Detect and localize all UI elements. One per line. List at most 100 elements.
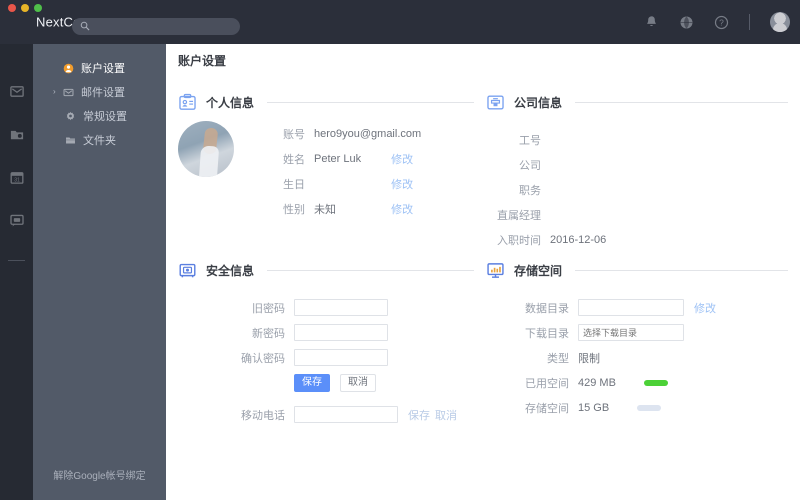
field-label: 直属经理 — [497, 209, 541, 222]
mail-settings-icon — [63, 88, 74, 96]
download-directory-input[interactable] — [578, 324, 684, 341]
field-type: 类型 限制 — [514, 345, 788, 370]
field-label: 下载目录 — [525, 327, 569, 340]
field-value: 未知 — [314, 203, 336, 216]
chat-icon[interactable] — [9, 213, 25, 228]
save-password-button[interactable]: 保存 — [294, 373, 330, 392]
company-info-section: 公司信息 工号 公司 职务 直属经理 入职时间 2016-12-06 — [486, 91, 788, 252]
field-mobile-phone: 移动电话 保存 取消 — [230, 402, 474, 427]
edit-birthday-link[interactable]: 修改 — [391, 176, 421, 192]
field-value: 限制 — [578, 352, 600, 365]
field-data-directory: 数据目录 修改 — [514, 295, 788, 320]
field-gender: 性别 未知 修改 — [250, 196, 421, 221]
search-icon — [80, 21, 90, 31]
sidebar-item-account-settings[interactable]: 账户设置 — [33, 56, 166, 80]
section-header: 安全信息 — [178, 259, 474, 281]
globe-icon[interactable] — [679, 15, 694, 30]
calendar-icon[interactable]: 31 — [9, 170, 25, 185]
field-company: 公司 — [486, 152, 788, 177]
field-label: 存储空间 — [525, 402, 569, 415]
window-controls[interactable] — [8, 4, 42, 12]
field-name: 姓名 Peter Luk 修改 — [250, 146, 421, 171]
new-password-input[interactable] — [294, 324, 388, 341]
old-password-input[interactable] — [294, 299, 388, 316]
section-title: 存储空间 — [514, 263, 563, 278]
bell-icon[interactable] — [644, 15, 659, 30]
password-actions: 保存 取消 — [230, 370, 474, 395]
zoom-button[interactable] — [34, 4, 42, 12]
field-value: 2016-12-06 — [550, 233, 607, 246]
user-settings-icon — [63, 63, 74, 73]
field-value: 15 GB — [578, 401, 610, 414]
field-total-space: 存储空间 15 GB — [514, 395, 788, 420]
page-title: 账户设置 — [166, 44, 800, 77]
help-icon[interactable]: ? — [714, 15, 729, 30]
avatar[interactable] — [770, 12, 790, 32]
header-actions: ? — [644, 0, 790, 44]
mail-icon[interactable] — [9, 84, 25, 99]
edit-name-link[interactable]: 修改 — [391, 151, 421, 167]
section-header: 个人信息 — [178, 91, 474, 113]
field-old-password: 旧密码 — [230, 295, 474, 320]
field-account: 账号 hero9you@gmail.com — [250, 121, 421, 146]
used-space-bar — [643, 379, 668, 386]
content-area: 个人信息 账号 hero9you@gmail.com 姓名 Peter Luk … — [166, 77, 800, 500]
field-label: 性别 — [283, 203, 305, 216]
field-label: 已用空间 — [525, 377, 569, 390]
company-badge-icon — [487, 94, 504, 110]
sidebar-item-folders[interactable]: 文件夹 — [33, 128, 166, 152]
field-label: 生日 — [283, 178, 305, 191]
cancel-phone-link[interactable]: 取消 — [435, 407, 457, 423]
personal-fields: 账号 hero9you@gmail.com 姓名 Peter Luk 修改 生日… — [250, 121, 421, 221]
unbind-google-account-link[interactable]: 解除Google帐号绑定 — [33, 467, 166, 482]
section-header: 公司信息 — [486, 91, 788, 113]
field-label: 数据目录 — [525, 302, 569, 315]
field-label: 确认密码 — [241, 352, 285, 365]
mobile-phone-input[interactable] — [294, 406, 398, 423]
confirm-password-input[interactable] — [294, 349, 388, 366]
personal-info-body: 账号 hero9you@gmail.com 姓名 Peter Luk 修改 生日… — [178, 121, 474, 221]
field-label: 类型 — [547, 352, 569, 365]
gear-icon — [66, 111, 75, 120]
monitor-chart-icon — [487, 262, 504, 278]
field-birthday: 生日 修改 — [250, 171, 421, 196]
close-button[interactable] — [8, 4, 16, 12]
field-label: 旧密码 — [252, 302, 285, 315]
field-new-password: 新密码 — [230, 320, 474, 345]
search-input[interactable] — [72, 18, 240, 35]
contacts-icon[interactable] — [9, 127, 25, 142]
field-label: 入职时间 — [497, 234, 541, 247]
sidebar-item-label: 账户设置 — [81, 63, 125, 75]
sidebar-item-label: 常规设置 — [83, 111, 127, 123]
section-rule — [267, 101, 474, 103]
section-rule — [575, 269, 788, 271]
edit-gender-link[interactable]: 修改 — [391, 201, 421, 217]
sidebar-item-mail-settings[interactable]: › 邮件设置 — [33, 80, 166, 104]
field-label: 工号 — [519, 134, 541, 147]
sidebar-item-general-settings[interactable]: 常规设置 — [33, 104, 166, 128]
chevron-right-icon[interactable]: › — [53, 88, 61, 96]
sidebar-item-label: 文件夹 — [83, 135, 116, 147]
folder-icon — [66, 136, 75, 144]
field-label: 账号 — [283, 128, 305, 141]
edit-data-directory-link[interactable]: 修改 — [694, 300, 716, 316]
field-employee-id: 工号 — [486, 127, 788, 152]
field-download-directory: 下载目录 — [514, 320, 788, 345]
cancel-password-button[interactable]: 取消 — [340, 373, 376, 392]
profile-avatar[interactable] — [178, 121, 234, 177]
field-value: 429 MB — [578, 376, 616, 389]
personal-info-section: 个人信息 账号 hero9you@gmail.com 姓名 Peter Luk … — [178, 91, 474, 221]
field-label: 移动电话 — [241, 409, 285, 422]
storage-fields: 数据目录 修改 下载目录 类型 限制 已用空间 429 MB — [486, 295, 788, 420]
save-phone-link[interactable]: 保存 — [408, 407, 430, 423]
section-rule — [267, 269, 474, 271]
storage-section: 存储空间 数据目录 修改 下载目录 类型 限制 已用空 — [486, 259, 788, 420]
svg-text:31: 31 — [14, 178, 20, 184]
data-directory-input[interactable] — [578, 299, 684, 316]
company-fields: 工号 公司 职务 直属经理 入职时间 2016-12-06 — [486, 127, 788, 252]
minimize-button[interactable] — [21, 4, 29, 12]
sidebar: 账户设置 › 邮件设置 常规设置 文件夹 解除Google帐号绑定 — [33, 44, 166, 500]
field-value: Peter Luk — [314, 152, 362, 165]
svg-text:?: ? — [719, 17, 724, 27]
rail-divider — [8, 260, 25, 261]
